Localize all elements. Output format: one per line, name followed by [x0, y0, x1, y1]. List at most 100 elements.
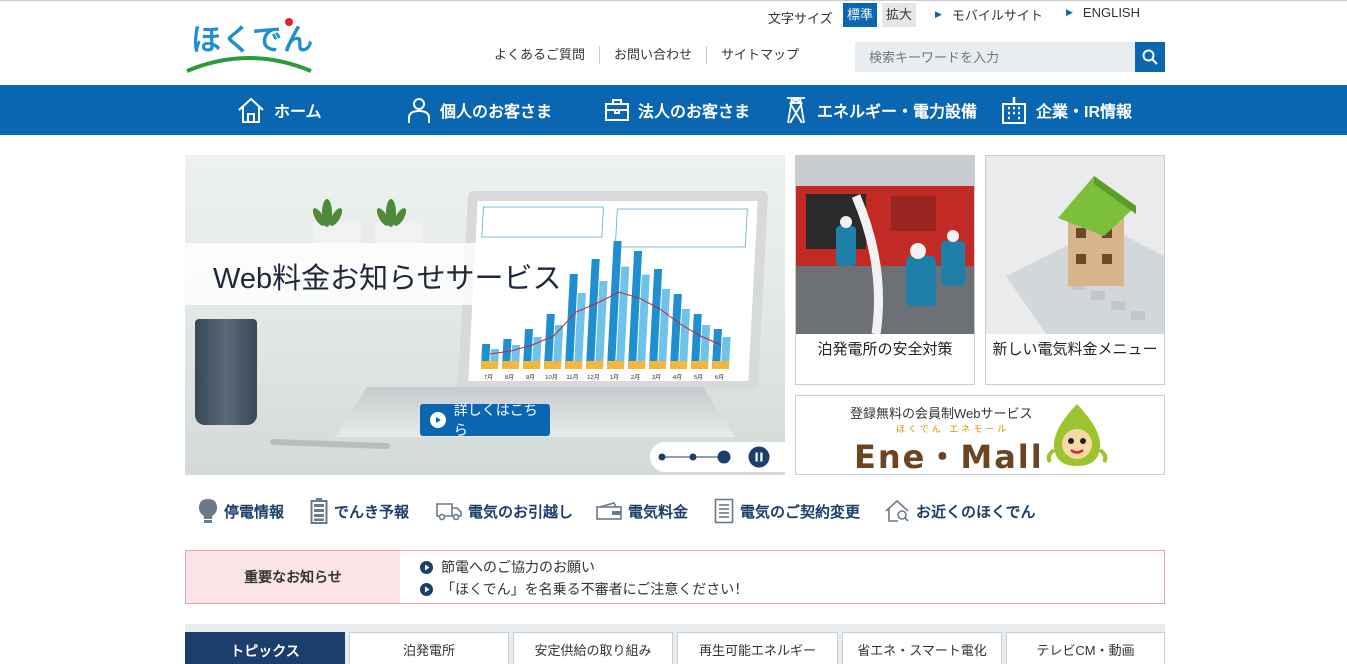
- tile-image-fire-truck: [796, 156, 974, 334]
- nav-label: 法人のお客さま: [638, 104, 751, 121]
- chart-month-label: 12月: [587, 374, 600, 381]
- chart-month-label: 4月: [673, 374, 683, 381]
- nav-corporate[interactable]: 企業・IR情報: [1000, 85, 1132, 135]
- logo-green-arc: [186, 56, 312, 73]
- chart-bar-base: [711, 361, 730, 369]
- chart-month-label: 8月: [505, 374, 515, 381]
- english-label: ENGLISH: [1082, 5, 1140, 20]
- contact-link[interactable]: お問い合わせ: [600, 46, 708, 64]
- tile-image-house-calculator: [986, 156, 1164, 334]
- quick-link-label: でんき予報: [334, 503, 410, 521]
- hero-carousel[interactable]: 7月 8月 9月 10月 11月 12月 1月 2月 3月 4月 5月 6月 Web料金お知らせサービ…: [185, 155, 785, 475]
- nav-personal[interactable]: 個人のお客さま: [406, 85, 552, 135]
- quick-link-outage[interactable]: 停電情報: [198, 498, 284, 524]
- global-nav: ホーム 個人のお客さま 法人のお客さま エネルギー・電力設備 企業・IR情報: [0, 85, 1347, 135]
- quick-link-nearby-office[interactable]: お近くのほくでん: [884, 498, 1036, 524]
- quick-link-forecast[interactable]: でんき予報: [310, 498, 409, 524]
- search-button[interactable]: [1135, 42, 1165, 72]
- chart-month-label: 2月: [631, 374, 641, 381]
- nav-label: 個人のお客さま: [440, 104, 553, 121]
- carousel-dot-1[interactable]: [658, 453, 666, 461]
- mug-image: [195, 319, 257, 425]
- notice-item-text: 節電へのご協力のお願い: [441, 559, 595, 575]
- location-house-icon: [885, 499, 909, 522]
- nav-energy[interactable]: エネルギー・電力設備: [783, 85, 977, 135]
- tab-energy-saving[interactable]: 省エネ・スマート電化: [842, 632, 1002, 664]
- person-icon: [408, 98, 430, 123]
- tile-tomari-safety[interactable]: 泊発電所の安全対策: [795, 155, 975, 385]
- chart-month-label: 6月: [715, 374, 725, 381]
- chart-month-label: 7月: [484, 374, 494, 381]
- document-icon: [714, 498, 734, 524]
- chart-month-label: 1月: [610, 374, 620, 381]
- chart-bar-base: [627, 361, 646, 369]
- power-tower-icon: [787, 97, 805, 124]
- chart-bar-base: [543, 361, 562, 369]
- nav-label: 企業・IR情報: [1036, 104, 1133, 121]
- tab-topics[interactable]: トピックス: [185, 632, 345, 664]
- mobile-site-label: モバイルサイト: [951, 8, 1043, 23]
- arrow-circle-icon: [420, 582, 433, 596]
- chart-bar-current: [543, 314, 555, 369]
- notice-item[interactable]: 「ほくでん」を名乗る不審者にご注意ください！: [420, 579, 748, 599]
- nav-business[interactable]: 法人のお客さま: [604, 85, 750, 135]
- chart-info-box: [481, 206, 604, 238]
- chart-bar-base: [480, 361, 499, 369]
- logo-red-dot: [285, 18, 293, 26]
- mascot-icon: [1046, 404, 1108, 466]
- plant-leaves: [312, 199, 407, 227]
- chart-bar-base: [648, 361, 667, 369]
- carousel-dot-3-active[interactable]: [717, 450, 731, 464]
- quick-link-rates[interactable]: 電気料金: [596, 498, 688, 524]
- chart-bar-base: [669, 361, 688, 369]
- nav-label: エネルギー・電力設備: [817, 104, 978, 121]
- sitemap-link[interactable]: サイトマップ: [707, 46, 813, 64]
- enemall-logo: Ene・Mall: [854, 438, 1044, 476]
- quick-link-label: お近くのほくでん: [916, 503, 1036, 521]
- chart-month-label: 3月: [652, 374, 662, 381]
- play-icon: [430, 412, 446, 428]
- tab-tv-cm[interactable]: テレビCM・動画: [1006, 632, 1165, 664]
- tile-label: 新しい電気料金メニュー: [992, 341, 1158, 358]
- pause-icon[interactable]: [748, 446, 770, 468]
- quick-link-label: 電気のお引越し: [468, 503, 574, 521]
- important-notice: 重要なお知らせ 節電へのご協力のお願い 「ほくでん」を名乗る不審者にご注意くださ…: [185, 550, 1165, 604]
- tab-tomari[interactable]: 泊発電所: [349, 632, 509, 664]
- header-sublinks: よくあるご質問 お問い合わせ サイトマップ: [480, 46, 813, 64]
- tile-label: 泊発電所の安全対策: [817, 341, 953, 358]
- chart-bar-base: [585, 361, 604, 369]
- nav-home[interactable]: ホーム: [236, 85, 322, 135]
- quick-link-contract-change[interactable]: 電気のご契約変更: [714, 498, 860, 524]
- notice-item-text: 「ほくでん」を名乗る不審者にご注意ください！: [441, 581, 749, 597]
- font-size-label: 文字サイズ: [768, 10, 833, 26]
- font-size-standard-button[interactable]: 標準: [843, 3, 877, 27]
- chart-month-label: 9月: [526, 374, 536, 381]
- hokuden-logo[interactable]: ほくでん: [185, 15, 315, 73]
- chart-bar-base: [606, 361, 625, 369]
- quick-link-moving[interactable]: 電気のお引越し: [436, 498, 573, 524]
- chart-month-label: 10月: [545, 374, 558, 381]
- english-link[interactable]: ▶ ENGLISH: [1066, 5, 1140, 20]
- chart-month-label: 11月: [566, 374, 579, 381]
- tile-new-rate-menu[interactable]: 新しい電気料金メニュー: [985, 155, 1165, 385]
- quick-link-label: 停電情報: [224, 503, 285, 521]
- carousel-dot-2[interactable]: [689, 453, 697, 461]
- site-search: [855, 42, 1165, 72]
- triangle-right-icon: ▶: [1066, 7, 1073, 17]
- hero-details-button[interactable]: 詳しくはこちら: [420, 402, 550, 438]
- faq-link[interactable]: よくあるご質問: [480, 46, 601, 64]
- search-input[interactable]: [855, 42, 1135, 72]
- pen-image: [269, 438, 391, 450]
- truck-icon: [436, 503, 462, 521]
- home-icon: [238, 97, 264, 123]
- font-size-large-button[interactable]: 拡大: [882, 3, 916, 27]
- quick-link-label: 電気料金: [628, 503, 689, 521]
- briefcase-icon: [605, 99, 629, 121]
- tab-stable-supply[interactable]: 安定供給の取り組み: [513, 632, 673, 664]
- mobile-site-link[interactable]: ▶ モバイルサイト: [935, 5, 1043, 24]
- tab-renewable[interactable]: 再生可能エネルギー: [677, 632, 838, 664]
- enemall-banner[interactable]: 登録無料の会員制Webサービス ほくでん エネモール Ene・Mall: [795, 395, 1165, 476]
- quick-link-label: 電気のご契約変更: [740, 503, 861, 521]
- notice-item[interactable]: 節電へのご協力のお願い: [420, 557, 595, 577]
- arrow-circle-icon: [420, 560, 433, 574]
